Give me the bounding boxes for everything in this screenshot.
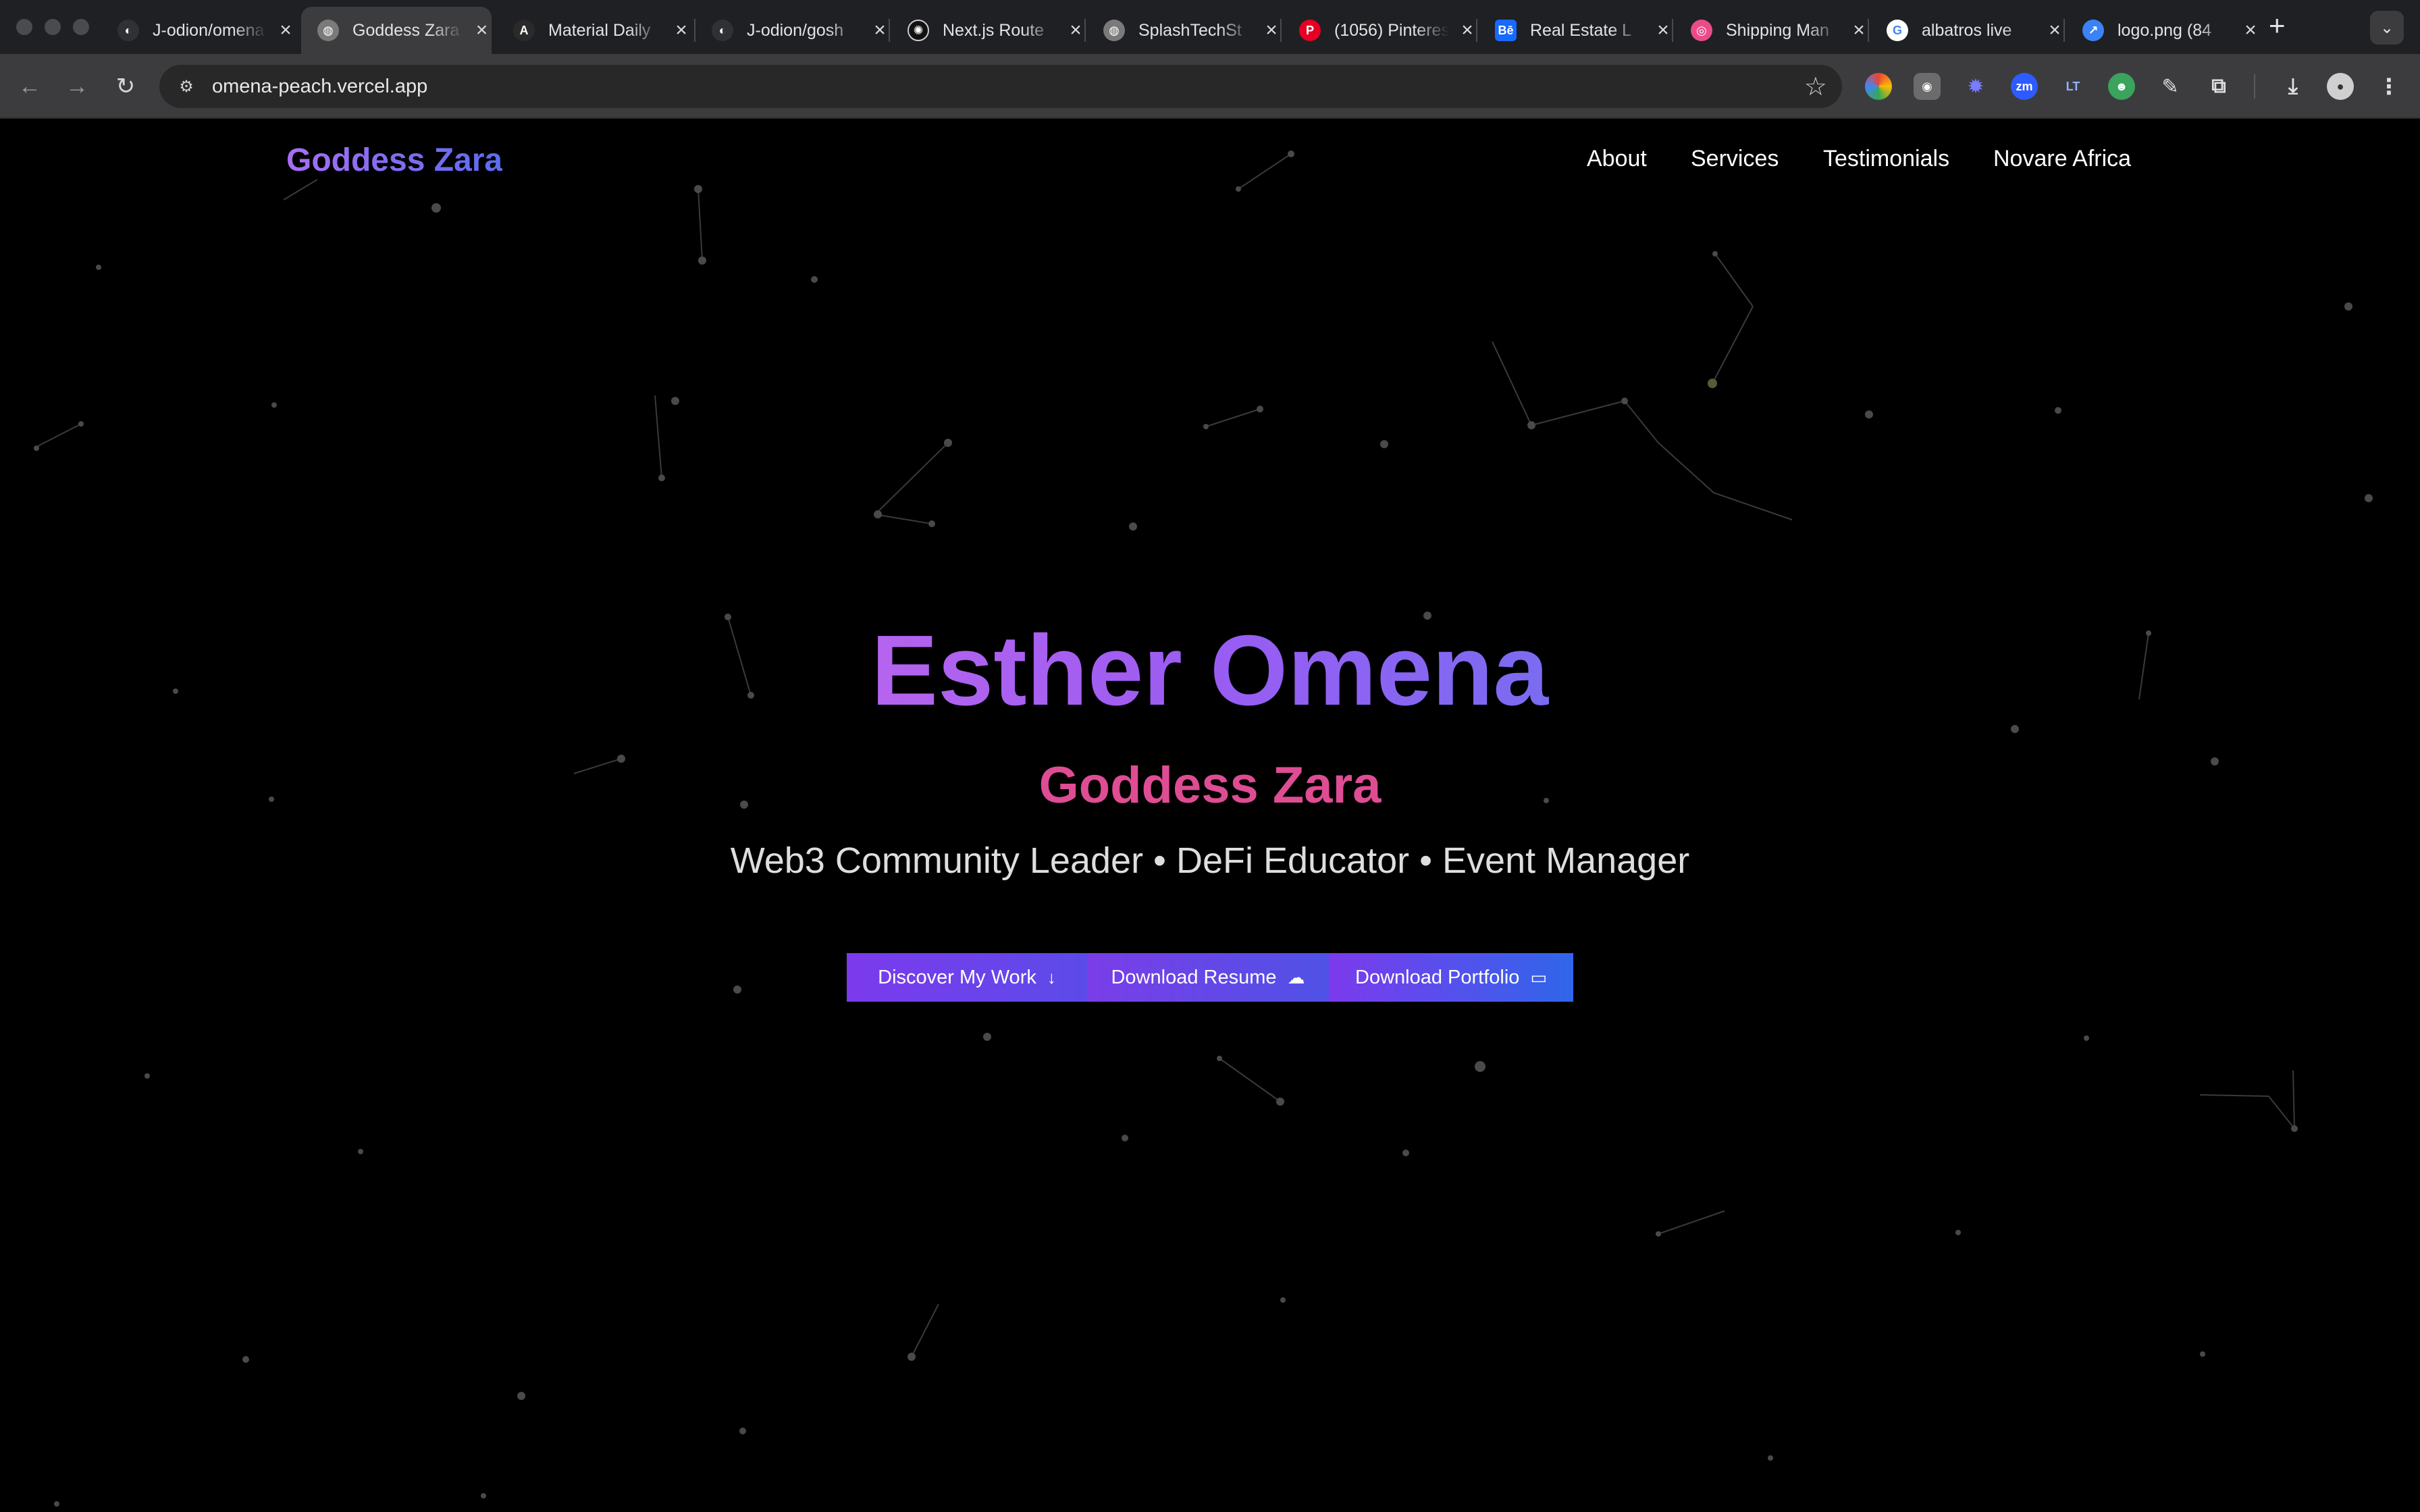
- tab-title: Material Daily: [548, 20, 651, 40]
- web-page: Goddess Zara About Services Testimonials…: [0, 119, 2420, 1512]
- tab-divider: [1868, 19, 1869, 42]
- monitor-icon: ▭: [1530, 967, 1547, 988]
- browser-menu-icon[interactable]: ⋮: [2375, 73, 2402, 100]
- downloads-icon[interactable]: ⤓: [2280, 73, 2307, 100]
- tab-title: (1056) Pinterest: [1334, 20, 1449, 40]
- discover-my-work-button[interactable]: Discover My Work ↓: [847, 953, 1087, 1002]
- globe-icon: ◍: [317, 20, 339, 41]
- arrow-down-icon: ↓: [1047, 967, 1056, 988]
- close-tab-icon[interactable]: ×: [1653, 19, 1673, 42]
- forward-button[interactable]: →: [61, 70, 93, 103]
- tab-title: albatros live: [1922, 20, 2012, 40]
- tab-title: J-odion/omena: [153, 20, 265, 40]
- close-tab-icon[interactable]: ×: [2045, 19, 2065, 42]
- tab-divider: [2063, 19, 2065, 42]
- dribbble-icon: ◎: [1691, 20, 1712, 41]
- button-label: Download Resume: [1111, 966, 1277, 988]
- bookmark-star-icon[interactable]: ☆: [1804, 72, 1827, 102]
- eyedropper-extension-icon[interactable]: ✎: [2157, 73, 2184, 100]
- nav-link-novare-africa[interactable]: Novare Africa: [1993, 146, 2131, 172]
- button-label: Discover My Work: [878, 966, 1036, 988]
- github-icon: ◐: [712, 20, 733, 41]
- tab-divider: [1672, 19, 1673, 42]
- hero-roles: Web3 Community Leader • DeFi Educator • …: [730, 840, 1690, 881]
- browser-tab[interactable]: Bē Real Estate L ×: [1479, 7, 1675, 54]
- browser-tab[interactable]: ◐ J-odion/gosh ×: [695, 7, 891, 54]
- tab-title: J-odion/gosh: [747, 20, 844, 40]
- close-tab-icon[interactable]: ×: [472, 19, 492, 42]
- site-logo[interactable]: Goddess Zara: [286, 142, 502, 179]
- browser-tab[interactable]: ✺ Next.js Route ×: [891, 7, 1087, 54]
- address-bar[interactable]: ⚙ omena-peach.vercel.app ☆: [159, 65, 1842, 108]
- close-window-button[interactable]: [16, 19, 32, 35]
- nav-link-testimonials[interactable]: Testimonials: [1823, 146, 1949, 172]
- gear-extension-icon[interactable]: ✹: [1962, 73, 1989, 100]
- close-tab-icon[interactable]: ×: [1457, 19, 1477, 42]
- color-picker-extension-icon[interactable]: [1865, 73, 1892, 100]
- lt-extension-icon[interactable]: LT: [2059, 73, 2086, 100]
- close-tab-icon[interactable]: ×: [870, 19, 890, 42]
- extensions-puzzle-icon[interactable]: ⧉: [2205, 73, 2232, 100]
- tab-title: Real Estate L: [1530, 20, 1632, 40]
- material-icon: A: [513, 20, 535, 41]
- site-info-icon[interactable]: ⚙: [174, 74, 199, 99]
- browser-toolbar: ← → ↻ ⚙ omena-peach.vercel.app ☆: [0, 54, 2420, 119]
- cloud-download-icon: ☁: [1287, 967, 1305, 988]
- close-tab-icon[interactable]: ×: [671, 19, 691, 42]
- openai-icon: ✺: [908, 20, 929, 41]
- tab-divider: [1084, 19, 1086, 42]
- browser-tab[interactable]: P (1056) Pinterest ×: [1283, 7, 1479, 54]
- tab-divider: [1476, 19, 1477, 42]
- tab-title: SplashTechSt: [1138, 20, 1242, 40]
- camera-extension-icon[interactable]: ◉: [1914, 73, 1941, 100]
- browser-tab[interactable]: A Material Daily ×: [497, 7, 693, 54]
- browser-tab[interactable]: ◍ SplashTechSt ×: [1087, 7, 1283, 54]
- profile-avatar[interactable]: ●: [2327, 73, 2354, 100]
- image-icon: ↗: [2082, 20, 2104, 41]
- tab-divider: [1280, 19, 1282, 42]
- tab-divider: [889, 19, 890, 42]
- close-tab-icon[interactable]: ×: [2240, 19, 2261, 42]
- hero-heading: Esther Omena: [0, 621, 2420, 721]
- maximize-window-button[interactable]: [73, 19, 89, 35]
- pinterest-icon: P: [1299, 20, 1321, 41]
- tab-search-button[interactable]: ⌄: [2370, 11, 2404, 45]
- toolbar-divider: [2254, 74, 2255, 99]
- reload-button[interactable]: ↻: [109, 70, 142, 103]
- tab-title: Shipping Man: [1726, 20, 1829, 40]
- nav-link-about[interactable]: About: [1587, 146, 1647, 172]
- behance-icon: Bē: [1495, 20, 1517, 41]
- back-button[interactable]: ←: [14, 70, 46, 103]
- new-tab-button[interactable]: +: [2269, 9, 2286, 42]
- google-icon: G: [1887, 20, 1908, 41]
- github-icon: ◐: [117, 20, 139, 41]
- close-tab-icon[interactable]: ×: [1261, 19, 1282, 42]
- browser-tab-active[interactable]: ◍ Goddess Zara ×: [301, 7, 492, 54]
- close-tab-icon[interactable]: ×: [1849, 19, 1869, 42]
- globe-icon: ◍: [1103, 20, 1125, 41]
- browser-tab-strip: ◐ J-odion/omena × ◍ Goddess Zara × A Mat…: [0, 0, 2420, 54]
- zoom-extension-icon[interactable]: zm: [2011, 73, 2038, 100]
- download-portfolio-button[interactable]: Download Portfolio ▭: [1329, 953, 1573, 1002]
- browser-tab[interactable]: G albatros live ×: [1870, 7, 2066, 54]
- url-text[interactable]: omena-peach.vercel.app: [212, 76, 427, 98]
- hero-cta-group: Discover My Work ↓ Download Resume ☁ Dow…: [847, 953, 1573, 1002]
- browser-tab[interactable]: ↗ logo.png (84 ×: [2066, 7, 2262, 54]
- window-controls[interactable]: [16, 19, 89, 35]
- tab-title: Next.js Route: [943, 20, 1045, 40]
- hero-name-text: Esther Omena: [871, 615, 1549, 726]
- hero-alias: Goddess Zara: [1038, 757, 1382, 814]
- close-tab-icon[interactable]: ×: [1066, 19, 1086, 42]
- close-tab-icon[interactable]: ×: [275, 19, 296, 42]
- tab-title: Goddess Zara: [352, 20, 460, 40]
- browser-tab[interactable]: ◐ J-odion/omena ×: [101, 7, 297, 54]
- constellation-background: [33, 151, 2373, 1507]
- minimize-window-button[interactable]: [45, 19, 61, 35]
- robot-extension-icon[interactable]: ☻: [2108, 73, 2135, 100]
- nav-link-services[interactable]: Services: [1691, 146, 1779, 172]
- tab-title: logo.png (84: [2118, 20, 2212, 40]
- browser-tab[interactable]: ◎ Shipping Man ×: [1675, 7, 1870, 54]
- button-label: Download Portfolio: [1355, 966, 1520, 988]
- download-resume-button[interactable]: Download Resume ☁: [1087, 953, 1329, 1002]
